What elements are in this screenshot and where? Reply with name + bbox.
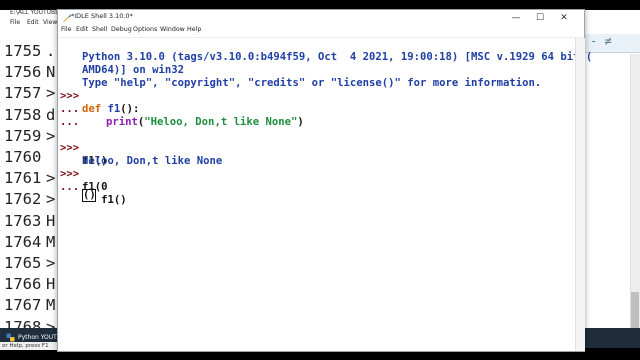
bg-menu-edit[interactable]: Edit [27,19,39,26]
idle-menubar: File Edit Shell Debug Options Window Hel… [58,25,584,38]
background-line: 1766 H [4,273,60,295]
input-line-print: ... print("Heloo, Don,t like None") [60,103,304,128]
input-line-def: >>> def f1(): [60,90,140,115]
line-fragment: N [46,63,56,82]
shell-editor[interactable]: Python 3.10.0 (tags/v3.10.0:b494f59, Oct… [58,38,593,351]
menu-shell[interactable]: Shell [92,26,107,33]
function-name: f1 [107,103,121,115]
banner-line-1: Python 3.10.0 (tags/v3.10.0:b494f59, Oct… [82,51,593,63]
input-line-blank: ... [58,103,109,128]
line-fragment: M [46,296,56,315]
input-line-call1: >>> f1() [60,142,108,167]
line-fragment: > [46,190,56,209]
background-line: 1759 > [4,125,60,147]
line-number: 1755 [4,42,42,60]
line-fragment: M [46,232,56,251]
maximize-button[interactable]: ☐ [529,11,551,24]
input-line-call2: >>> f1(0 [60,168,108,193]
menu-window[interactable]: Window [160,26,185,33]
background-line: 1767 M [4,294,60,316]
background-line: 1758 d [4,104,60,126]
line-fragment: H [46,275,56,294]
output-line: Heloo, Don,t like None [82,155,223,167]
line-number: 1757 [4,84,42,103]
idle-window-title: *IDLE Shell 3.10.0* [71,12,133,20]
line-fragment: > [46,169,56,188]
background-right-fragment: - ≠ [590,34,612,48]
desktop-stage: E:\ALL YOUTUBE C File Edit View 1755. 175… [0,0,640,360]
input-line-call2-cont: ... f1() [60,181,127,206]
line-number: 1760 [4,148,42,166]
menu-help[interactable]: Help [187,26,201,33]
line-number: 1766 [4,275,42,294]
line-number: 1756 [4,63,42,82]
line-number: 1767 [4,296,42,315]
background-line: 1760 [4,146,60,168]
line-fragment: . [46,42,56,60]
background-line: 1764 M [4,231,60,253]
continuation-prompt: ... [60,116,80,128]
menu-file[interactable]: File [61,26,72,33]
background-line: 1757 > [4,82,60,104]
builtin-print: print [106,116,138,128]
banner-line-2: AMD64)] on win32 [82,64,185,76]
line-fragment: > [46,254,56,272]
python-icon [6,332,15,342]
background-line: 1761 > [4,167,60,189]
line-number: 1761 [4,169,42,188]
bg-menu-file[interactable]: File [10,19,20,26]
background-line: 1756 N [4,61,60,83]
line-number: 1764 [4,232,42,251]
menu-edit[interactable]: Edit [76,26,88,33]
line-fragment: > [46,126,56,145]
status-bar-text: or Help, press F1 [0,342,62,350]
background-line: 1762 > [4,188,60,210]
background-line: 1765 > [4,252,60,274]
continuation-prompt: ... [60,181,80,193]
idle-vertical-scrollbar[interactable] [575,38,585,351]
background-line: 1763 H [4,210,60,232]
line-number: 1759 [4,126,42,145]
text-cursor-box[interactable]: () [82,189,96,202]
idle-shell-window[interactable]: *IDLE Shell 3.10.0* — ☐ ✕ File Edit Shel… [57,9,593,352]
string-literal: "Heloo, Don,t like None" [144,116,298,128]
menu-options[interactable]: Options [133,26,157,33]
line-number: 1762 [4,190,42,209]
minimize-button[interactable]: — [505,11,527,24]
background-line: 1755. [4,40,60,62]
close-button[interactable]: ✕ [553,11,575,24]
line-fragment: H [46,211,56,230]
line-number: 1758 [4,105,42,124]
line-fragment: > [46,84,56,103]
bg-menu-view[interactable]: View [43,19,57,26]
background-scrollbar-thumb[interactable] [631,292,639,328]
line-fragment: d [46,105,56,124]
idle-titlebar[interactable]: *IDLE Shell 3.10.0* — ☐ ✕ [58,10,584,25]
line-number: 1763 [4,211,42,230]
banner-line-3: Type "help", "copyright", "credits" or "… [82,77,542,89]
menu-debug[interactable]: Debug [111,26,132,33]
line-number: 1765 [4,254,42,272]
